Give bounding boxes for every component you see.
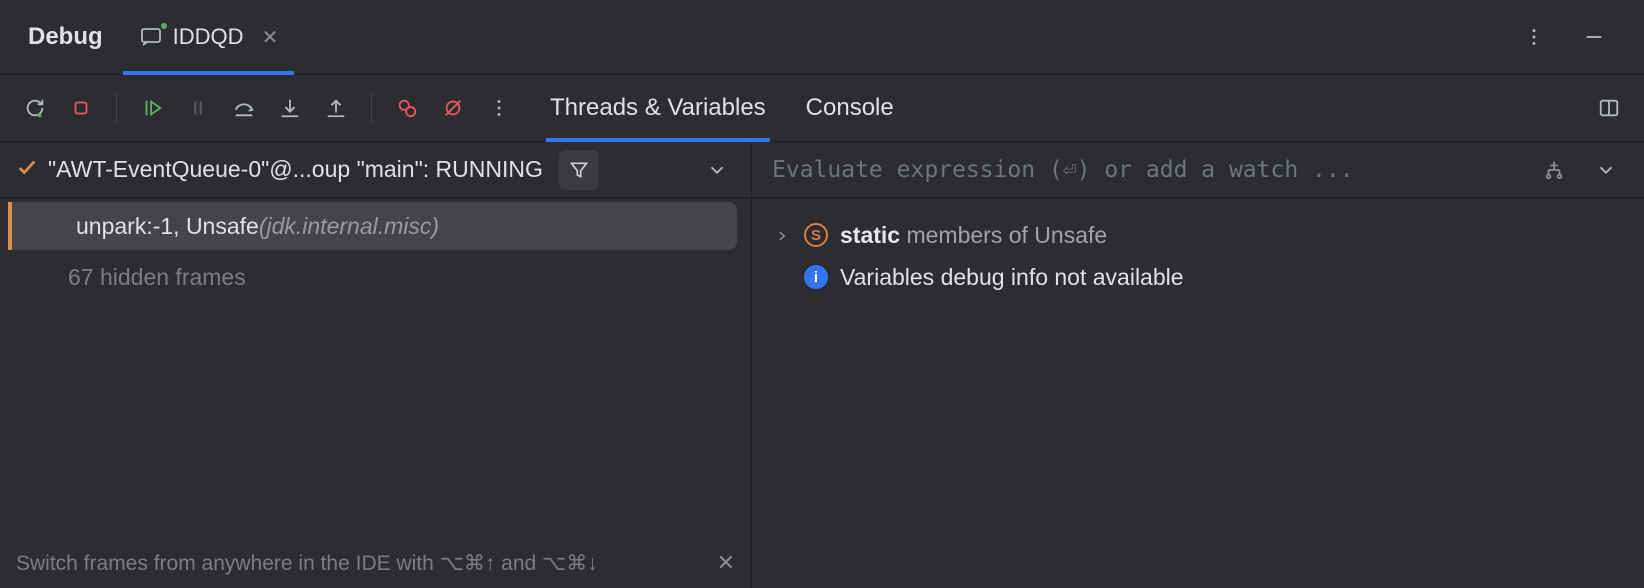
close-tab-button[interactable]: ✕: [262, 25, 279, 50]
more-actions-button[interactable]: [480, 89, 518, 127]
debug-tool-window-header: Debug IDDQD ✕: [0, 0, 1644, 75]
evaluate-expression-input[interactable]: Evaluate expression (⏎) or add a watch .…: [772, 157, 1520, 183]
tip-text: Switch frames from anywhere in the IDE w…: [16, 551, 598, 576]
variables-dropdown-button[interactable]: [1588, 152, 1624, 188]
static-badge-icon: S: [804, 223, 828, 247]
main-split: "AWT-EventQueue-0"@...oup "main": RUNNIN…: [0, 142, 1644, 588]
variable-static-suffix: members of Unsafe: [900, 222, 1107, 248]
stack-frame[interactable]: unpark:-1, Unsafe (jdk.internal.misc): [8, 202, 737, 250]
tip-close-button[interactable]: ✕: [717, 550, 735, 576]
more-options-button[interactable]: [1516, 19, 1552, 55]
running-indicator-dot: [159, 21, 169, 31]
variable-static-label: static: [840, 222, 900, 248]
run-config-tab[interactable]: IDDQD ✕: [123, 0, 295, 74]
chevron-right-icon[interactable]: [772, 222, 792, 249]
rerun-button[interactable]: [16, 89, 54, 127]
variables-info-text: Variables debug info not available: [840, 264, 1184, 291]
layout-settings-button[interactable]: [1590, 89, 1628, 127]
variables-list: S static members of Unsafe i Variables d…: [752, 198, 1644, 314]
tool-window-title: Debug: [8, 23, 123, 51]
step-over-button[interactable]: [225, 89, 263, 127]
info-badge-icon: i: [804, 265, 828, 289]
tip-bar: Switch frames from anywhere in the IDE w…: [0, 538, 751, 588]
debug-toolbar: Threads & Variables Console: [0, 75, 1644, 142]
evaluate-row: Evaluate expression (⏎) or add a watch .…: [752, 142, 1644, 198]
run-config-tab-label: IDDQD: [173, 24, 244, 50]
frames-panel: "AWT-EventQueue-0"@...oup "main": RUNNIN…: [0, 142, 752, 588]
tab-threads-variables[interactable]: Threads & Variables: [546, 75, 770, 141]
filter-button[interactable]: [559, 150, 599, 190]
thread-selector-row: "AWT-EventQueue-0"@...oup "main": RUNNIN…: [0, 142, 751, 198]
tab-console-label: Console: [806, 94, 894, 122]
tab-console[interactable]: Console: [802, 75, 898, 141]
variables-panel: Evaluate expression (⏎) or add a watch .…: [752, 142, 1644, 588]
thread-dropdown-button[interactable]: [699, 152, 735, 188]
check-icon: [16, 156, 38, 184]
pause-button[interactable]: [179, 89, 217, 127]
run-config-icon: [139, 25, 163, 49]
minimize-button[interactable]: [1576, 19, 1612, 55]
variable-row-info: i Variables debug info not available: [772, 256, 1624, 298]
hidden-frames-label[interactable]: 67 hidden frames: [0, 264, 751, 291]
stop-button[interactable]: [62, 89, 100, 127]
resume-button[interactable]: [133, 89, 171, 127]
frames-list: unpark:-1, Unsafe (jdk.internal.misc) 67…: [0, 198, 751, 538]
thread-label[interactable]: "AWT-EventQueue-0"@...oup "main": RUNNIN…: [48, 156, 543, 183]
frame-package: (jdk.internal.misc): [259, 213, 439, 240]
tab-threads-variables-label: Threads & Variables: [550, 94, 766, 122]
view-breakpoints-button[interactable]: [388, 89, 426, 127]
frame-method: unpark:-1, Unsafe: [76, 213, 259, 240]
variable-row-static[interactable]: S static members of Unsafe: [772, 214, 1624, 256]
step-out-button[interactable]: [317, 89, 355, 127]
step-into-button[interactable]: [271, 89, 309, 127]
add-watch-button[interactable]: [1536, 152, 1572, 188]
mute-breakpoints-button[interactable]: [434, 89, 472, 127]
